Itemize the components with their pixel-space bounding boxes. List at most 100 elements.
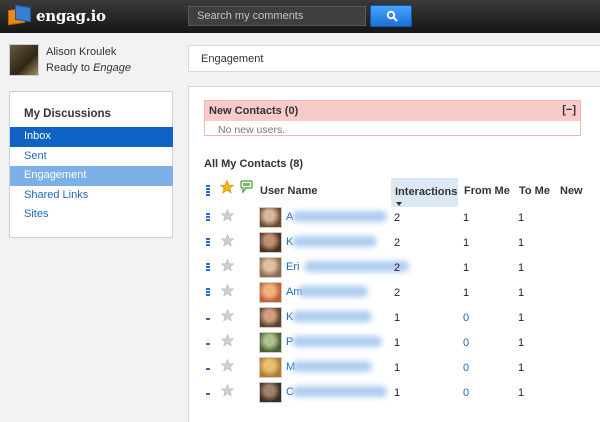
favorite-star-icon[interactable]: [221, 334, 234, 347]
interactions-cell: 1: [394, 387, 401, 399]
logo-mark-icon: [8, 4, 32, 26]
from-me-cell: 0: [463, 337, 470, 349]
table-row[interactable]: A211: [189, 206, 600, 231]
table-row[interactable]: K101: [189, 306, 600, 331]
reorder-header-icon[interactable]: [206, 185, 210, 196]
to-me-cell: 1: [518, 387, 525, 399]
drag-handle-icon[interactable]: [206, 238, 210, 247]
page-header: Engagement: [188, 45, 600, 72]
sidebar-item-inbox[interactable]: Inbox: [10, 127, 173, 147]
from-me-cell: 1: [463, 237, 470, 249]
drag-handle-icon[interactable]: [206, 213, 210, 222]
app-name: engag.io: [36, 6, 106, 25]
new-contacts-empty-text: No new users.: [218, 124, 286, 136]
contact-avatar[interactable]: [259, 307, 282, 328]
table-row[interactable]: Eri 2 1 1: [189, 256, 600, 281]
contact-avatar[interactable]: [259, 382, 282, 403]
favorite-star-icon[interactable]: [221, 234, 234, 247]
to-me-cell: 1: [518, 362, 525, 374]
drag-handle-icon[interactable]: [206, 318, 210, 321]
top-bar: engag.io: [0, 0, 600, 33]
redacted-name: [292, 336, 382, 347]
to-me-cell: 1: [518, 337, 525, 349]
sidebar-item-sent[interactable]: Sent: [10, 147, 173, 167]
redacted-name: [292, 386, 387, 397]
redacted-name: [298, 286, 368, 297]
sidebar-item-engagement[interactable]: Engagement: [10, 166, 173, 186]
from-me-cell: 0: [463, 387, 470, 399]
sidebar-item-shared-links[interactable]: Shared Links: [10, 186, 173, 206]
interactions-cell: 2: [394, 262, 401, 274]
contact-avatar[interactable]: [259, 332, 282, 353]
redacted-name: [292, 311, 372, 322]
contact-name-link[interactable]: Eri: [286, 261, 299, 273]
app-logo[interactable]: engag.io: [8, 4, 106, 26]
col-from-me[interactable]: From Me: [464, 185, 510, 197]
redacted-name: [292, 211, 387, 222]
user-name: Alison Kroulek: [46, 46, 117, 58]
favorite-star-icon[interactable]: [221, 259, 234, 272]
drag-handle-icon[interactable]: [206, 343, 210, 346]
sidebar-title: My Discussions: [24, 108, 111, 120]
to-me-cell: 1: [518, 237, 525, 249]
to-me-cell: 1: [518, 212, 525, 224]
interactions-cell: 1: [394, 362, 401, 374]
drag-handle-icon[interactable]: [206, 288, 210, 297]
all-contacts-title: All My Contacts (8): [204, 158, 304, 170]
table-row[interactable]: K211: [189, 231, 600, 256]
user-status: Ready to Engage: [46, 62, 131, 74]
col-interactions[interactable]: Interactions: [391, 178, 458, 207]
conversation-header-icon[interactable]: [240, 180, 254, 194]
col-new[interactable]: New: [560, 185, 583, 197]
search-icon: [386, 10, 398, 22]
table-row[interactable]: C101: [189, 381, 600, 406]
redacted-name: [292, 236, 377, 247]
drag-handle-icon[interactable]: [206, 263, 210, 272]
from-me-cell: 0: [463, 312, 470, 324]
favorite-star-icon[interactable]: [221, 284, 234, 297]
from-me-cell: 1: [463, 287, 470, 299]
from-me-cell: 0: [463, 362, 470, 374]
contact-avatar[interactable]: [259, 232, 282, 253]
table-row[interactable]: M101: [189, 356, 600, 381]
contact-avatar[interactable]: [259, 257, 282, 278]
star-header-icon[interactable]: [220, 180, 234, 194]
new-contacts-title: New Contacts (0): [209, 105, 299, 117]
favorite-star-icon[interactable]: [221, 384, 234, 397]
sidebar: My Discussions Inbox Sent Engagement Sha…: [9, 91, 173, 238]
to-me-cell: 1: [518, 312, 525, 324]
favorite-star-icon[interactable]: [221, 309, 234, 322]
sidebar-nav: Inbox Sent Engagement Shared Links Sites: [10, 127, 173, 225]
col-to-me[interactable]: To Me: [519, 185, 550, 197]
table-row[interactable]: P101: [189, 331, 600, 356]
sidebar-item-sites[interactable]: Sites: [10, 205, 173, 225]
favorite-star-icon[interactable]: [221, 359, 234, 372]
col-user-name[interactable]: User Name: [260, 185, 317, 197]
interactions-cell: 1: [394, 337, 401, 349]
favorite-star-icon[interactable]: [221, 209, 234, 222]
new-contacts-box: New Contacts (0) [−] No new users.: [204, 100, 581, 136]
drag-handle-icon[interactable]: [206, 393, 210, 396]
from-me-cell: 1: [463, 212, 470, 224]
interactions-cell: 2: [394, 212, 401, 224]
collapse-toggle[interactable]: [−]: [562, 104, 576, 116]
contact-avatar[interactable]: [259, 207, 282, 228]
user-status-emphasis: Engage: [93, 62, 132, 74]
redacted-name: [292, 361, 372, 372]
user-status-prefix: Ready to: [46, 62, 91, 74]
search-input[interactable]: [188, 6, 366, 26]
table-row[interactable]: Am 2 1 1: [189, 281, 600, 306]
main-panel: New Contacts (0) [−] No new users. All M…: [188, 86, 600, 422]
from-me-cell: 1: [463, 262, 470, 274]
contact-avatar[interactable]: [259, 357, 282, 378]
contact-avatar[interactable]: [259, 282, 282, 303]
search-button[interactable]: [370, 5, 412, 27]
col-interactions-label: Interactions: [395, 186, 458, 198]
interactions-cell: 2: [394, 237, 401, 249]
to-me-cell: 1: [518, 262, 525, 274]
user-avatar[interactable]: [9, 44, 39, 76]
drag-handle-icon[interactable]: [206, 368, 210, 371]
page-title: Engagement: [201, 53, 264, 65]
interactions-cell: 2: [394, 287, 401, 299]
interactions-cell: 1: [394, 312, 401, 324]
